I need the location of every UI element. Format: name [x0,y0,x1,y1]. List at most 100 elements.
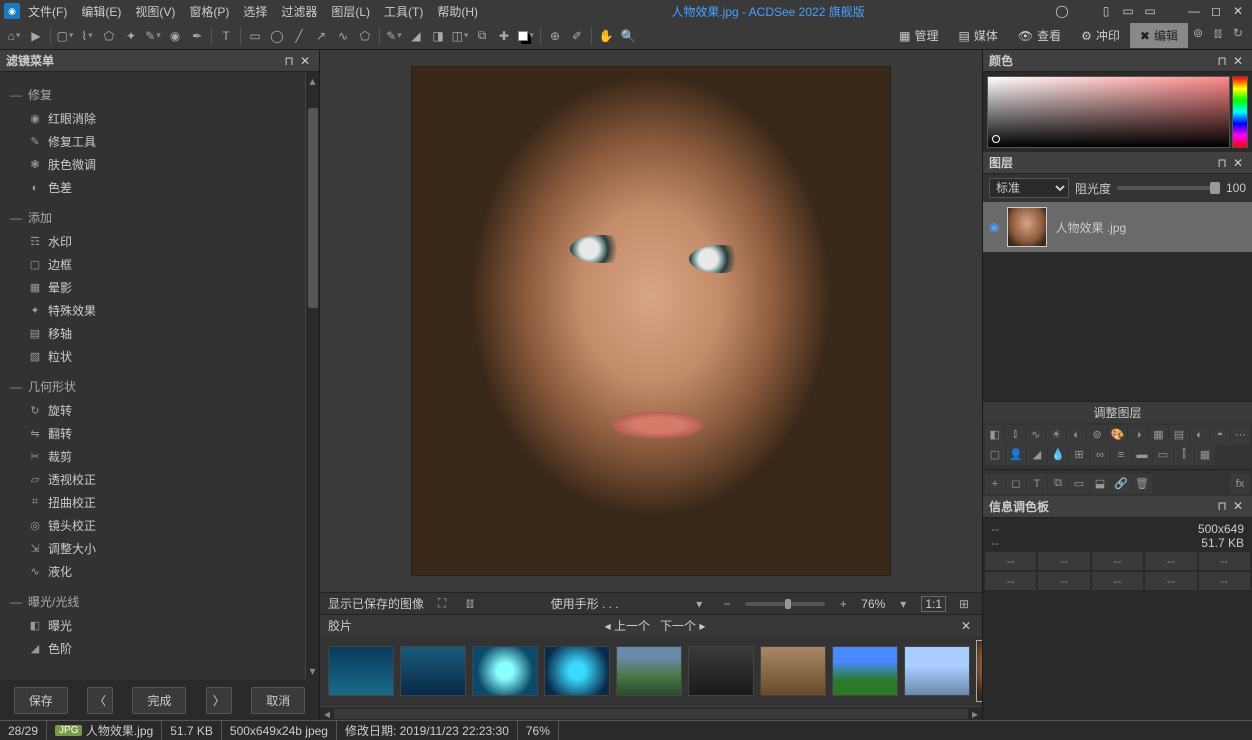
cancel-button[interactable]: 取消 [251,687,305,714]
color-gradient[interactable] [987,76,1230,148]
filter-item[interactable]: ↻旋转 [0,399,305,422]
layer-add-icon[interactable]: + [985,474,1005,494]
filmstrip-scrollbar[interactable]: ◂ ▸ [320,706,982,720]
filter-item[interactable]: ✎修复工具 [0,130,305,153]
zoom-dropdown-icon[interactable]: ▾ [893,594,913,614]
adj-drop-icon[interactable]: 💧 [1048,445,1068,465]
close-icon[interactable]: ✕ [1230,53,1246,69]
home-icon[interactable]: ⌂▾ [4,26,24,46]
menu-select[interactable]: 选择 [237,1,273,22]
eraser-tool-icon[interactable]: ◫▾ [450,26,470,46]
close-icon[interactable]: ✕ [1230,498,1246,514]
filmstrip-prev[interactable]: ◂ 上一个 [605,619,650,633]
adj-list-icon[interactable]: ≡ [1111,445,1131,465]
ellipse-shape-icon[interactable]: ◯ [267,26,287,46]
adj-negative-icon[interactable]: ▬ [1132,445,1152,465]
zoom-tool-icon[interactable]: 🔍 [618,26,638,46]
layout2-icon[interactable]: ▭ [1118,3,1138,19]
adj-glasses-icon[interactable]: ∞ [1090,445,1110,465]
adj-channel-icon[interactable]: ⊞ [1069,445,1089,465]
adj-person-icon[interactable]: 👤 [1006,445,1026,465]
close-button[interactable]: ✕ [1228,3,1248,19]
adj-hsl-icon[interactable]: ▤ [1169,425,1188,445]
adj-grid-icon[interactable]: ▦ [1195,445,1215,465]
pin-icon[interactable]: ⊓ [1214,53,1230,69]
filter-item[interactable]: ◉红眼消除 [0,107,305,130]
adj-tone-icon[interactable]: ◢ [1027,445,1047,465]
filter-item[interactable]: ◢色阶 [0,637,305,660]
layer-mask-icon[interactable]: ◻ [1006,474,1026,494]
menu-edit[interactable]: 编辑(E) [75,1,127,22]
menu-view[interactable]: 视图(V) [129,1,181,22]
maximize-button[interactable]: ◻ [1206,3,1226,19]
close-icon[interactable]: ✕ [297,53,313,69]
done-button[interactable]: 完成 [132,687,186,714]
dashboard-icon[interactable]: ⊚ [1188,23,1208,43]
color-picker[interactable] [983,72,1252,152]
move-tool-icon[interactable]: ▶ [26,26,46,46]
adj-light-icon[interactable]: ◐ [1067,425,1086,445]
line-shape-icon[interactable]: ╱ [289,26,309,46]
layer-fx-icon[interactable]: fx [1230,474,1250,494]
close-icon[interactable]: ✕ [1230,155,1246,171]
adj-split-icon[interactable]: ◐ [1190,425,1209,445]
grid-icon[interactable]: ⊞ [954,594,974,614]
polygon-shape-icon[interactable]: ⬠ [355,26,375,46]
filter-item[interactable]: ◐色差 [0,176,305,199]
adj-crop-icon[interactable]: ▢ [985,445,1005,465]
menu-tools[interactable]: 工具(T) [378,1,429,22]
adj-more-icon[interactable]: ⋯ [1231,425,1250,445]
filter-item[interactable]: ◧曝光 [0,614,305,637]
clone-tool-icon[interactable]: ⧉ [472,26,492,46]
zoom-out-icon[interactable]: − [717,594,737,614]
thumbnail[interactable] [472,646,538,696]
fill-tool-icon[interactable]: ◢ [406,26,426,46]
curve-shape-icon[interactable]: ∿ [333,26,353,46]
filter-item[interactable]: ⇋翻转 [0,422,305,445]
layer-merge-icon[interactable]: ⬓ [1090,474,1110,494]
adj-graph-icon[interactable]: ⫿ [1174,445,1194,465]
chart-icon[interactable]: ⫾⫾ [1208,23,1228,43]
thumbnail[interactable] [544,646,610,696]
pen-tool-icon[interactable]: ✒ [187,26,207,46]
scroll-left-icon[interactable]: ◂ [320,707,334,721]
ratio-label[interactable]: 1:1 [921,596,946,612]
menu-help[interactable]: 帮助(H) [431,1,484,22]
filter-item[interactable]: ▱透视校正 [0,468,305,491]
histogram-icon[interactable]: ⫾⫾ [460,594,480,614]
filter-item[interactable]: ▨粒状 [0,345,305,368]
thumbnail[interactable] [904,646,970,696]
thumbnail[interactable] [688,646,754,696]
marquee-tool-icon[interactable]: ▢▾ [55,26,75,46]
adj-curves-icon[interactable]: ∿ [1026,425,1045,445]
filter-item[interactable]: ❃肤色微调 [0,153,305,176]
color-swatch-icon[interactable]: ▾ [516,26,536,46]
gradient-tool-icon[interactable]: ◨ [428,26,448,46]
opacity-slider[interactable] [1117,186,1220,190]
minimize-button[interactable]: — [1184,3,1204,19]
filter-group[interactable]: 曝光/光线 [0,589,305,614]
menu-pane[interactable]: 窗格(P) [183,1,235,22]
hand-tool-icon[interactable]: ✋ [596,26,616,46]
thumbnail[interactable] [400,646,466,696]
brush-select-icon[interactable]: ✎▾ [143,26,163,46]
layer-link-icon[interactable]: 🔗 [1111,474,1131,494]
next-button[interactable]: 〉 [206,687,232,714]
thumbnail[interactable] [616,646,682,696]
mode-view[interactable]: 👁 查看 [1008,23,1071,48]
adj-photo-icon[interactable]: ▭ [1153,445,1173,465]
filter-item[interactable]: ⇲调整大小 [0,537,305,560]
wand-tool-icon[interactable]: ✦ [121,26,141,46]
thumbnail[interactable] [328,646,394,696]
scroll-right-icon[interactable]: ▸ [968,707,982,721]
filter-item[interactable]: ▦晕影 [0,276,305,299]
filter-group[interactable]: 添加 [0,205,305,230]
scrollbar[interactable]: ▴ ▾ [305,72,319,680]
mode-edit[interactable]: ✖ 编辑 [1130,23,1188,48]
layer-delete-icon[interactable]: 🗑 [1132,474,1152,494]
layer-group-icon[interactable]: ▭ [1069,474,1089,494]
adj-exposure-icon[interactable]: ◧ [985,425,1004,445]
layout1-icon[interactable]: ▯ [1096,3,1116,19]
arrow-shape-icon[interactable]: ↗ [311,26,331,46]
filter-item[interactable]: ⌗扭曲校正 [0,491,305,514]
